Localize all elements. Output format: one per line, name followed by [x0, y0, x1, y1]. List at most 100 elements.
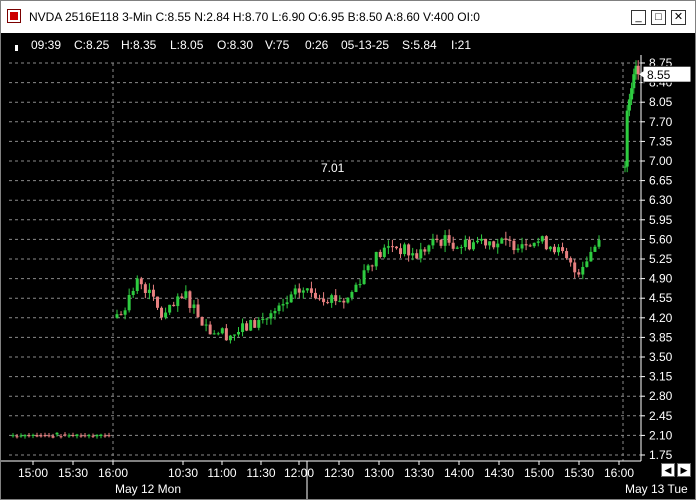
- candle: [172, 304, 176, 307]
- candle: [544, 236, 548, 250]
- candle: [326, 302, 330, 304]
- candle: [123, 310, 127, 315]
- title-bar[interactable]: NVDA 2516E118 3-Min C:8.55 N:2.84 H:8.70…: [1, 1, 695, 34]
- candle: [386, 246, 390, 248]
- candle: [480, 238, 484, 241]
- candle: [354, 284, 358, 292]
- candle: [23, 435, 27, 437]
- candle: [463, 239, 467, 248]
- candle: [15, 436, 19, 438]
- candle: [151, 289, 155, 297]
- candle: [200, 316, 204, 326]
- y-tick-label: 3.50: [649, 350, 673, 364]
- candle: [589, 251, 593, 262]
- y-tick-label: 2.45: [649, 409, 673, 423]
- candle: [419, 249, 423, 259]
- candle: [431, 238, 435, 246]
- candle: [394, 246, 398, 249]
- candle: [143, 284, 147, 293]
- candle: [358, 284, 362, 286]
- candle: [47, 435, 51, 437]
- chart-candles: [11, 60, 640, 439]
- info-volume: V:75: [265, 38, 290, 52]
- x-tick-label: 10:30: [168, 466, 198, 480]
- candle: [330, 295, 334, 303]
- chart-window: NVDA 2516E118 3-Min C:8.55 N:2.84 H:8.70…: [0, 0, 696, 500]
- candle: [532, 242, 536, 247]
- candle: [512, 240, 516, 251]
- price-chart[interactable]: 8.758.408.057.707.357.006.656.305.955.60…: [1, 55, 695, 499]
- cursor-marker-icon: [15, 45, 18, 51]
- candle: [281, 304, 285, 306]
- candle: [232, 334, 236, 336]
- info-low: L:8.05: [170, 38, 204, 52]
- candle: [561, 247, 565, 252]
- candle: [573, 262, 577, 273]
- candle: [87, 435, 91, 437]
- y-tick-label: 3.85: [649, 330, 673, 344]
- close-button[interactable]: ✕: [671, 10, 686, 25]
- candle: [51, 436, 55, 438]
- minimize-button[interactable]: _: [631, 10, 646, 25]
- info-stock: S:5.84: [402, 38, 437, 52]
- candle: [95, 434, 99, 437]
- candle: [71, 435, 75, 437]
- maximize-button[interactable]: □: [651, 10, 666, 25]
- candle: [504, 238, 508, 240]
- candle: [313, 292, 317, 299]
- date-label: May 12 Mon: [115, 482, 181, 496]
- scroll-right-icon[interactable]: ▶: [677, 463, 691, 477]
- candle: [475, 240, 479, 243]
- candle: [115, 314, 119, 318]
- candle: [216, 333, 220, 335]
- candle: [415, 253, 419, 259]
- y-tick-label: 8.05: [649, 95, 673, 109]
- candle: [625, 110, 629, 167]
- x-tick-label: 13:30: [404, 466, 434, 480]
- candle: [484, 238, 488, 246]
- candle: [127, 294, 131, 311]
- candle: [636, 65, 640, 75]
- candle: [350, 291, 354, 298]
- candle: [99, 434, 103, 436]
- candle: [318, 298, 322, 300]
- candle: [471, 242, 475, 250]
- candle: [569, 258, 573, 263]
- candle: [597, 240, 601, 247]
- candle: [196, 304, 200, 317]
- scroll-left-icon[interactable]: ◀: [661, 463, 675, 477]
- candle: [67, 435, 71, 437]
- candle: [439, 240, 443, 246]
- candle: [75, 434, 79, 437]
- info-index: I:21: [451, 38, 472, 52]
- y-tick-label: 6.65: [649, 174, 673, 188]
- candle: [309, 288, 313, 293]
- candle: [103, 435, 107, 437]
- y-tick-label: 7.00: [649, 154, 673, 168]
- candle: [342, 300, 346, 303]
- candle: [488, 241, 492, 246]
- candle: [455, 247, 459, 249]
- candle: [524, 244, 528, 246]
- date-label: May 13 Tue: [625, 482, 688, 496]
- last-price-label: 8.55: [647, 68, 671, 82]
- candle: [536, 241, 540, 243]
- candle: [164, 312, 168, 318]
- candle: [467, 239, 471, 250]
- x-tick-label: 15:30: [564, 466, 594, 480]
- price-annotation: 7.01: [321, 161, 345, 175]
- candle: [374, 251, 378, 267]
- x-tick-label: 13:00: [364, 466, 394, 480]
- candle: [548, 246, 552, 250]
- candle: [362, 270, 366, 285]
- candle: [370, 265, 374, 267]
- last-price-arrow-icon: [639, 70, 645, 79]
- candle: [293, 288, 297, 295]
- candle: [403, 244, 407, 255]
- candle: [581, 266, 585, 275]
- candle: [322, 298, 326, 303]
- candle: [496, 243, 500, 248]
- candle: [285, 302, 289, 305]
- x-tick-label: 16:00: [98, 466, 128, 480]
- candle: [301, 290, 305, 293]
